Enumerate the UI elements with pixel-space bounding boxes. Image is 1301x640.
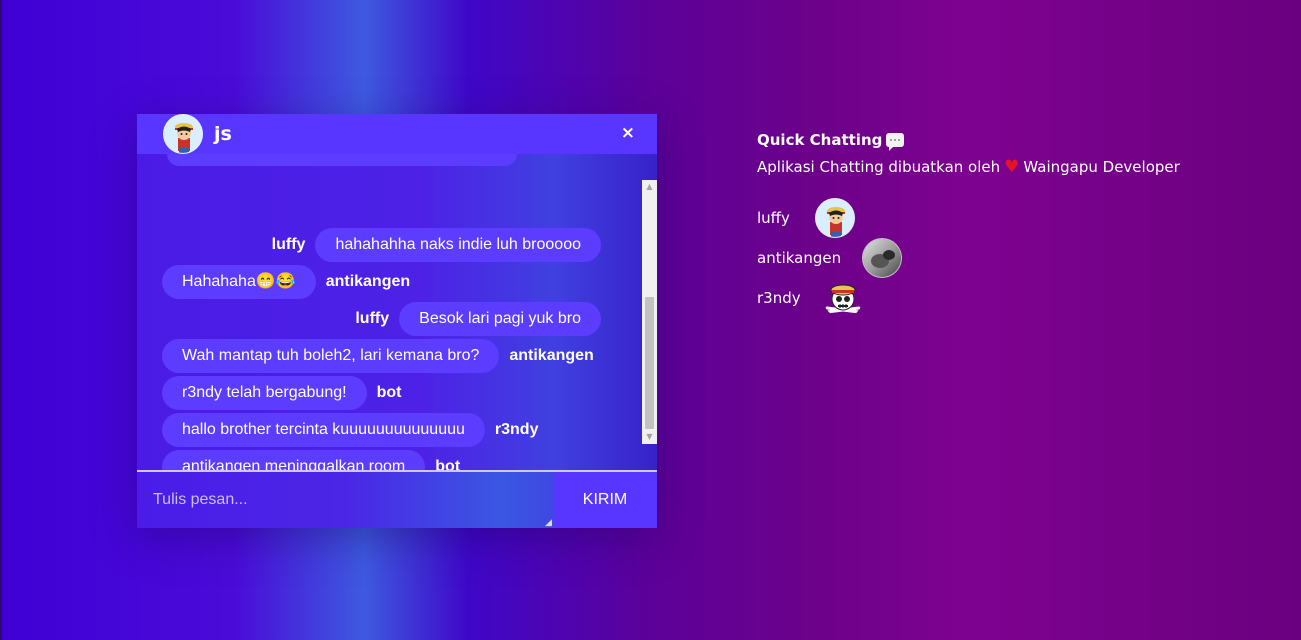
message-row: Hahahaha😁😂 antikangen — [162, 265, 410, 299]
photo-avatar — [862, 238, 902, 278]
resize-grip-icon[interactable]: ◢ — [545, 518, 552, 528]
message-composer: KIRIM — [137, 470, 657, 528]
message-sender: antikangen — [509, 347, 594, 364]
online-user-list: luffy antikangen r3ndy — [757, 198, 1180, 318]
message-bubble: Hahahaha😁😂 — [162, 265, 316, 299]
message-row: Wah mantap tuh boleh2, lari kemana bro? … — [162, 339, 594, 373]
chat-window: js × luffy hahahahha naks indie luh broo… — [137, 114, 657, 528]
message-sender: r3ndy — [494, 421, 539, 438]
scroll-thumb[interactable] — [645, 297, 654, 429]
message-bubble: Besok lari pagi yuk bro — [399, 302, 601, 336]
message-bubble: hallo brother tercinta kuuuuuuuuuuuuuu — [162, 413, 485, 447]
user-row: luffy — [757, 198, 1180, 238]
luffy-avatar — [815, 198, 855, 238]
message-scrollbar[interactable]: ▲ ▼ — [642, 180, 657, 444]
chat-title: js — [214, 123, 232, 145]
message-row: hallo brother tercinta kuuuuuuuuuuuuuu r… — [162, 413, 538, 447]
scroll-down-icon[interactable]: ▼ — [642, 430, 657, 444]
skull-avatar — [823, 278, 863, 318]
app-description: Aplikasi Chatting dibuatkan oleh ♥ Waing… — [757, 157, 1180, 177]
message-sender: antikangen — [325, 273, 411, 290]
user-row: antikangen — [757, 238, 1180, 278]
user-name: antikangen — [757, 249, 842, 267]
message-bubble-partial — [167, 154, 517, 166]
message-sender: luffy — [355, 310, 390, 327]
message-sender: bot — [435, 458, 461, 470]
chat-body: luffy hahahahha naks indie luh brooooo H… — [137, 154, 657, 470]
message-bubble: hahahahha naks indie luh brooooo — [315, 228, 601, 262]
app-title-text: Quick Chatting — [757, 131, 883, 149]
send-button[interactable]: KIRIM — [553, 472, 657, 528]
app-title: Quick Chatting — [757, 131, 1180, 151]
developer-name: Waingapu Developer — [1023, 158, 1180, 176]
message-bubble: Wah mantap tuh boleh2, lari kemana bro? — [162, 339, 500, 373]
message-row: r3ndy telah bergabung! bot — [162, 376, 401, 410]
message-input[interactable] — [137, 472, 553, 528]
app-description-text: Aplikasi Chatting dibuatkan oleh — [757, 158, 1001, 176]
message-row: luffy Besok lari pagi yuk bro — [355, 302, 601, 336]
message-sender: luffy — [271, 236, 306, 253]
message-bubble: antikangen meninggalkan room — [162, 450, 426, 470]
message-list[interactable]: luffy hahahahha naks indie luh brooooo H… — [137, 154, 642, 470]
message-row: antikangen meninggalkan room bot — [162, 450, 460, 470]
close-button[interactable]: × — [621, 123, 635, 143]
heart-icon: ♥ — [1004, 157, 1020, 177]
user-row: r3ndy — [757, 278, 1180, 318]
message-row: luffy hahahahha naks indie luh brooooo — [272, 228, 601, 262]
user-name: luffy — [757, 209, 790, 227]
user-name: r3ndy — [757, 289, 801, 307]
speech-bubble-icon — [886, 133, 905, 151]
message-bubble: r3ndy telah bergabung! — [162, 376, 367, 410]
luffy-avatar — [163, 114, 203, 154]
scroll-up-icon[interactable]: ▲ — [642, 180, 657, 194]
chat-header: js × — [137, 114, 657, 154]
message-sender: bot — [376, 384, 402, 401]
info-panel: Quick Chatting Aplikasi Chatting dibuatk… — [757, 131, 1180, 318]
